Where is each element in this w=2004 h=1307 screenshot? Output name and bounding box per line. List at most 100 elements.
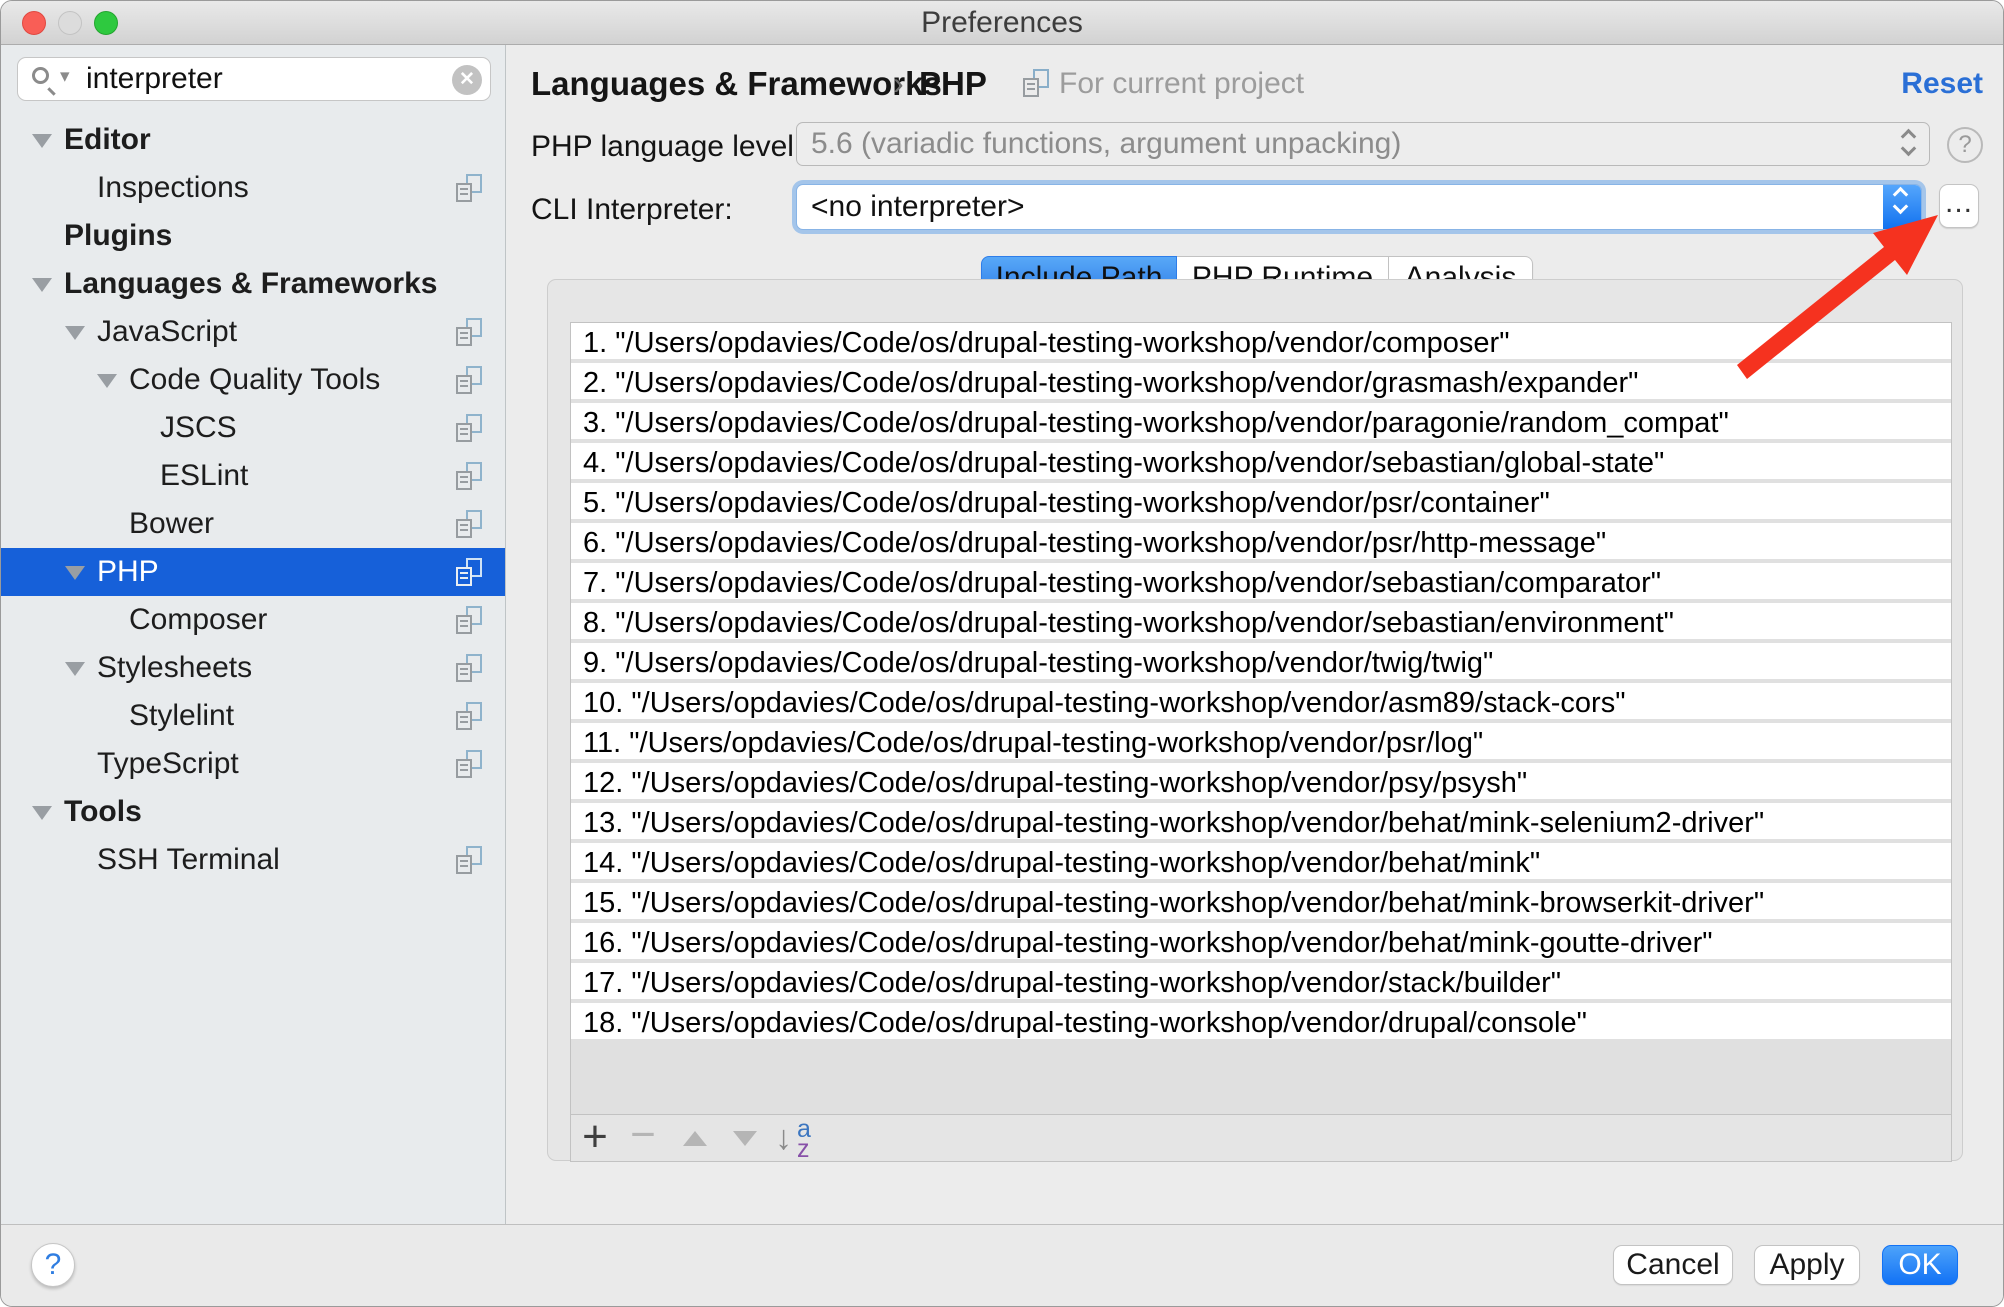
- include-path-row[interactable]: 6. "/Users/opdavies/Code/os/drupal-testi…: [571, 523, 1951, 563]
- chevron-down-icon[interactable]: [32, 134, 52, 148]
- include-path-row[interactable]: 9. "/Users/opdavies/Code/os/drupal-testi…: [571, 643, 1951, 683]
- sidebar-item-plugins[interactable]: Plugins: [1, 212, 506, 260]
- sidebar-item-label: Stylesheets: [97, 644, 252, 692]
- cli-interpreter-label: CLI Interpreter:: [531, 193, 733, 227]
- sidebar-item-editor[interactable]: Editor: [1, 116, 506, 164]
- sidebar-item-label: Plugins: [64, 212, 172, 260]
- sidebar-item-bower[interactable]: Bower: [1, 500, 506, 548]
- search-icon: [32, 67, 49, 84]
- sidebar-item-label: Languages & Frameworks: [64, 260, 437, 308]
- chevron-down-icon[interactable]: [65, 566, 85, 580]
- chevron-down-icon[interactable]: [65, 326, 85, 340]
- override-pages-icon: [456, 750, 482, 778]
- language-level-help-icon[interactable]: ?: [1947, 127, 1983, 163]
- sidebar-item-composer[interactable]: Composer: [1, 596, 506, 644]
- sort-arrow-icon: ↓: [775, 1119, 792, 1158]
- window-title: Preferences: [1, 1, 2003, 45]
- sidebar-item-inspections[interactable]: Inspections: [1, 164, 506, 212]
- search-input[interactable]: [84, 60, 424, 98]
- include-path-row[interactable]: 17. "/Users/opdavies/Code/os/drupal-test…: [571, 963, 1951, 1003]
- sidebar-item-label: TypeScript: [97, 740, 239, 788]
- sidebar-item-javascript[interactable]: JavaScript: [1, 308, 506, 356]
- sidebar-item-label: Stylelint: [129, 692, 234, 740]
- sidebar-item-stylesheets[interactable]: Stylesheets: [1, 644, 506, 692]
- apply-button[interactable]: Apply: [1754, 1245, 1860, 1285]
- override-pages-icon: [456, 606, 482, 634]
- breadcrumb-languages-frameworks[interactable]: Languages & Frameworks: [531, 65, 942, 103]
- sidebar-item-label: Editor: [64, 116, 151, 164]
- override-pages-icon: [456, 414, 482, 442]
- preferences-window: Preferences ▾ ✕ EditorInspectionsPlugins…: [0, 0, 2004, 1307]
- breadcrumb-separator: ›: [893, 65, 904, 102]
- include-path-row[interactable]: 11. "/Users/opdavies/Code/os/drupal-test…: [571, 723, 1951, 763]
- include-path-row[interactable]: 10. "/Users/opdavies/Code/os/drupal-test…: [571, 683, 1951, 723]
- settings-content: Languages & Frameworks › PHP For current…: [507, 45, 2003, 1224]
- include-path-row[interactable]: 16. "/Users/opdavies/Code/os/drupal-test…: [571, 923, 1951, 963]
- chevron-down-icon[interactable]: [65, 662, 85, 676]
- sidebar-item-stylelint[interactable]: Stylelint: [1, 692, 506, 740]
- search-clear-icon[interactable]: ✕: [452, 65, 482, 95]
- include-path-row[interactable]: 1. "/Users/opdavies/Code/os/drupal-testi…: [571, 323, 1951, 363]
- override-pages-icon: [456, 462, 482, 490]
- include-path-row[interactable]: 2. "/Users/opdavies/Code/os/drupal-testi…: [571, 363, 1951, 403]
- override-pages-icon: [456, 846, 482, 874]
- reset-button[interactable]: Reset: [1901, 67, 1983, 101]
- help-button[interactable]: ?: [31, 1243, 75, 1287]
- cli-interpreter-combobox[interactable]: <no interpreter>: [796, 184, 1922, 230]
- interpreter-browse-button[interactable]: ...: [1939, 184, 1979, 228]
- sidebar-item-label: Code Quality Tools: [129, 356, 380, 404]
- stepper-icon[interactable]: [1883, 185, 1921, 229]
- sort-z-glyph: z: [797, 1135, 810, 1164]
- sidebar-item-code-quality-tools[interactable]: Code Quality Tools: [1, 356, 506, 404]
- include-path-row[interactable]: 15. "/Users/opdavies/Code/os/drupal-test…: [571, 883, 1951, 923]
- sidebar-item-eslint[interactable]: ESLint: [1, 452, 506, 500]
- sort-alphabetically-button[interactable]: ↓ a z: [775, 1117, 831, 1161]
- list-toolbar: + − ↓ a z: [571, 1114, 1951, 1161]
- sidebar-item-languages-frameworks[interactable]: Languages & Frameworks: [1, 260, 506, 308]
- include-path-row[interactable]: 7. "/Users/opdavies/Code/os/drupal-testi…: [571, 563, 1951, 603]
- override-pages-icon: [456, 366, 482, 394]
- stepper-icon: [1893, 127, 1925, 161]
- chevron-down-icon[interactable]: [97, 374, 117, 388]
- sidebar-item-php[interactable]: PHP: [1, 548, 506, 596]
- language-level-select[interactable]: 5.6 (variadic functions, argument unpack…: [796, 122, 1930, 166]
- sidebar-item-label: Tools: [64, 788, 142, 836]
- sidebar-item-label: Composer: [129, 596, 267, 644]
- override-pages-icon: [456, 318, 482, 346]
- cancel-button[interactable]: Cancel: [1613, 1245, 1733, 1285]
- sidebar-item-label: Bower: [129, 500, 214, 548]
- include-path-row[interactable]: 12. "/Users/opdavies/Code/os/drupal-test…: [571, 763, 1951, 803]
- remove-button[interactable]: −: [623, 1115, 663, 1161]
- sidebar-item-label: JavaScript: [97, 308, 237, 356]
- sidebar-item-ssh-terminal[interactable]: SSH Terminal: [1, 836, 506, 884]
- include-path-row[interactable]: 18. "/Users/opdavies/Code/os/drupal-test…: [571, 1003, 1951, 1043]
- override-pages-icon: [456, 174, 482, 202]
- search-options-caret-icon[interactable]: ▾: [60, 65, 70, 88]
- sidebar-item-label: ESLint: [160, 452, 248, 500]
- override-pages-icon: [456, 654, 482, 682]
- sidebar-item-jscs[interactable]: JSCS: [1, 404, 506, 452]
- include-path-row[interactable]: 13. "/Users/opdavies/Code/os/drupal-test…: [571, 803, 1951, 843]
- override-pages-icon: [456, 558, 482, 586]
- chevron-down-icon[interactable]: [32, 806, 52, 820]
- language-level-value: 5.6 (variadic functions, argument unpack…: [811, 123, 1401, 165]
- settings-search[interactable]: ▾ ✕: [17, 57, 491, 101]
- sidebar-item-tools[interactable]: Tools: [1, 788, 506, 836]
- breadcrumb: Languages & Frameworks › PHP For current…: [507, 45, 2003, 121]
- move-down-button[interactable]: [733, 1131, 757, 1146]
- include-path-row[interactable]: 14. "/Users/opdavies/Code/os/drupal-test…: [571, 843, 1951, 883]
- chevron-down-icon[interactable]: [32, 278, 52, 292]
- settings-sidebar: ▾ ✕ EditorInspectionsPluginsLanguages & …: [1, 45, 506, 1224]
- sidebar-item-label: JSCS: [160, 404, 237, 452]
- include-path-row[interactable]: 4. "/Users/opdavies/Code/os/drupal-testi…: [571, 443, 1951, 483]
- language-level-label: PHP language level:: [531, 130, 802, 164]
- include-path-row[interactable]: 5. "/Users/opdavies/Code/os/drupal-testi…: [571, 483, 1951, 523]
- move-up-button[interactable]: [683, 1131, 707, 1146]
- include-path-list: 1. "/Users/opdavies/Code/os/drupal-testi…: [571, 323, 1951, 1115]
- cli-interpreter-value: <no interpreter>: [811, 185, 1024, 229]
- include-path-row[interactable]: 8. "/Users/opdavies/Code/os/drupal-testi…: [571, 603, 1951, 643]
- ok-button[interactable]: OK: [1882, 1245, 1958, 1285]
- sidebar-item-typescript[interactable]: TypeScript: [1, 740, 506, 788]
- include-path-row[interactable]: 3. "/Users/opdavies/Code/os/drupal-testi…: [571, 403, 1951, 443]
- add-button[interactable]: +: [575, 1115, 615, 1161]
